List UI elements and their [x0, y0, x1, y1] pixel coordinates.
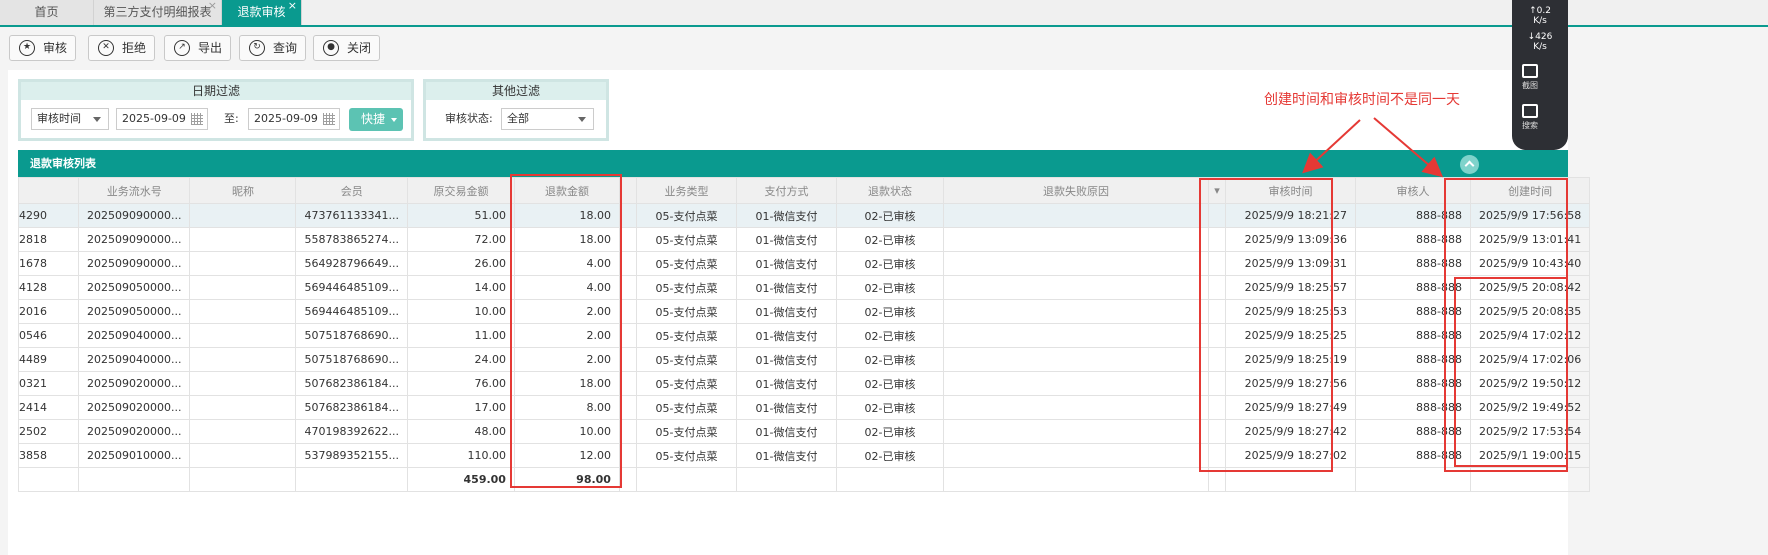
upload-speed: ↑0.2 K/s	[1529, 6, 1551, 26]
search-icon	[1522, 104, 1538, 118]
arrow-to-audit-time	[1302, 119, 1361, 174]
screenshot-button[interactable]: 截图	[1512, 64, 1548, 91]
search-button[interactable]: 搜索	[1512, 104, 1548, 131]
arrow-to-created-time	[1373, 117, 1444, 178]
upload-speed-value: 0.2	[1536, 6, 1551, 16]
screenshot-label: 截图	[1522, 81, 1538, 90]
annotation-arrows	[1302, 117, 1444, 178]
floating-toolbox: ↑0.2 K/s ↓426 K/s 截图 搜索	[1512, 0, 1568, 150]
crop-icon	[1522, 64, 1538, 78]
speed-unit: K/s	[1533, 42, 1547, 52]
search-label: 搜索	[1522, 121, 1538, 130]
download-speed: ↓426 K/s	[1527, 32, 1553, 52]
speed-unit: K/s	[1533, 16, 1547, 26]
download-speed-value: 426	[1535, 32, 1553, 42]
